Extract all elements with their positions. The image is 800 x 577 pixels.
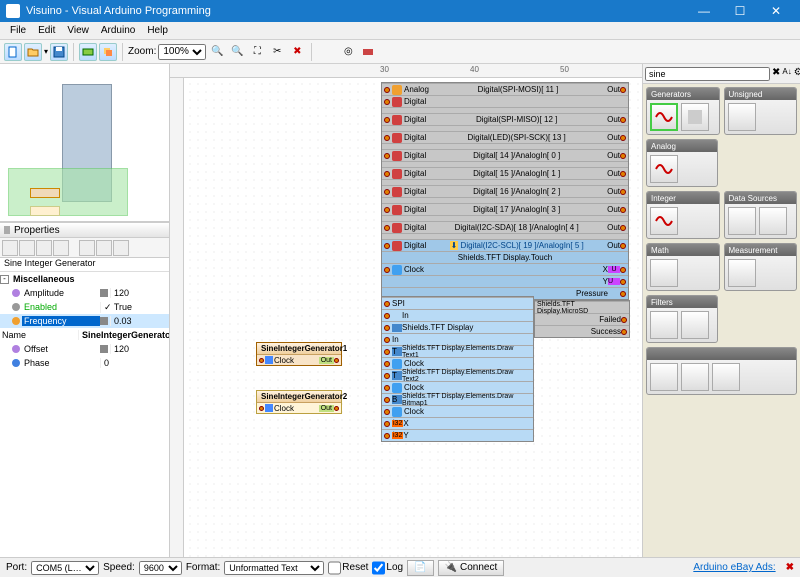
status-bar: Port: COM5 (L… Speed: 9600 Format: Unfor… xyxy=(0,557,800,577)
palette-item-x2[interactable] xyxy=(681,363,709,391)
format-select[interactable]: Unformatted Text xyxy=(224,561,324,575)
node-arduino-board[interactable]: AnalogDigital(SPI-MOSI)[ 11 ]Out Digital… xyxy=(381,82,629,300)
palette-search-input[interactable] xyxy=(645,67,770,81)
navigator-panel[interactable] xyxy=(0,64,169,222)
menu-bar: File Edit View Arduino Help xyxy=(0,22,800,40)
palette-group-unsigned: Unsigned xyxy=(724,87,798,135)
palette-item-x3[interactable] xyxy=(712,363,740,391)
ads-close-icon[interactable]: ✖ xyxy=(786,562,794,573)
ads-link[interactable]: Arduino eBay Ads: xyxy=(693,562,775,573)
connect-button[interactable]: 🔌 Connect xyxy=(438,560,505,576)
prop-tool-2[interactable] xyxy=(19,240,35,256)
speed-select[interactable]: 9600 xyxy=(139,561,182,575)
prop-tool-1[interactable] xyxy=(2,240,18,256)
port-select[interactable]: COM5 (L… xyxy=(31,561,99,575)
ruler-horizontal: 30 40 50 xyxy=(170,64,642,78)
stack-button[interactable] xyxy=(99,43,117,61)
palette-item-filt-2[interactable] xyxy=(681,311,709,339)
palette-item-integer-1[interactable] xyxy=(650,207,678,235)
left-panel: Properties Sine Integer Generator -Misce… xyxy=(0,64,170,557)
properties-header: Properties xyxy=(0,222,169,238)
logfile-button[interactable]: 📄 xyxy=(407,560,433,576)
palette-group-extra xyxy=(646,347,797,395)
palette-group-generators: Generators xyxy=(646,87,720,135)
palette-item-math-1[interactable] xyxy=(650,259,678,287)
speed-label: Speed: xyxy=(103,562,135,573)
main-toolbar: ▾ Zoom: 100% 🔍 🔍 ⛶ ✂ ✖ ◎ xyxy=(0,40,800,64)
board-button[interactable] xyxy=(79,43,97,61)
reset-checkbox[interactable]: Reset xyxy=(328,561,368,575)
upload-button[interactable] xyxy=(359,43,377,61)
log-checkbox[interactable]: Log xyxy=(372,561,403,575)
node-tft-group[interactable]: SPI In Shields.TFT Display In TShields.T… xyxy=(381,296,534,442)
close-button[interactable]: ✕ xyxy=(758,0,794,22)
target-button[interactable]: ◎ xyxy=(339,43,357,61)
zoom-label: Zoom: xyxy=(128,46,156,57)
palette-item-analog-1[interactable] xyxy=(650,155,678,183)
prop-tool-6[interactable] xyxy=(96,240,112,256)
palette-item-ds-2[interactable] xyxy=(759,207,787,235)
open-button[interactable] xyxy=(24,43,42,61)
component-palette: ✖ A↓ ⚙ ▾ Generators Unsigned xyxy=(642,64,800,557)
menu-arduino[interactable]: Arduino xyxy=(95,25,141,36)
app-icon xyxy=(6,4,20,18)
palette-group-analog: Analog xyxy=(646,139,718,187)
zoom-in-button[interactable]: 🔍 xyxy=(208,43,226,61)
property-object-title: Sine Integer Generator xyxy=(0,258,169,272)
port-label: Port: xyxy=(6,562,27,573)
prop-tool-5[interactable] xyxy=(79,240,95,256)
palette-item-ds-1[interactable] xyxy=(728,207,756,235)
palette-group-integer: Integer xyxy=(646,191,720,239)
palette-group-measurement: Measurement xyxy=(724,243,798,291)
minimize-button[interactable]: — xyxy=(686,0,722,22)
properties-tree[interactable]: -Miscellaneous Amplitude120 Enabled✓ Tru… xyxy=(0,272,169,557)
window-title: Visuino - Visual Arduino Programming xyxy=(26,5,211,17)
palette-item-filt-1[interactable] xyxy=(650,311,678,339)
delete-button[interactable]: ✖ xyxy=(288,43,306,61)
prop-tool-3[interactable] xyxy=(36,240,52,256)
properties-toolbar xyxy=(0,238,169,258)
palette-item-gen-2[interactable] xyxy=(681,103,709,131)
node-microsd[interactable]: Shields.TFT Display.MicroSD Failed Succe… xyxy=(534,300,630,338)
zoom-fit-button[interactable]: ⛶ xyxy=(248,43,266,61)
filter-icon[interactable]: ⚙ xyxy=(794,67,800,81)
node-sine-generator-2[interactable]: SineIntegerGenerator2 ClockOut xyxy=(256,390,342,414)
design-canvas[interactable]: 30 40 50 SineIntegerGenerator1 ClockOut … xyxy=(170,64,642,557)
palette-group-datasources: Data Sources xyxy=(724,191,798,239)
palette-group-math: Math xyxy=(646,243,720,291)
node-sine-generator-1[interactable]: SineIntegerGenerator1 ClockOut xyxy=(256,342,342,366)
palette-item-sine-integer[interactable] xyxy=(650,103,678,131)
zoom-select[interactable]: 100% xyxy=(158,44,206,60)
menu-help[interactable]: Help xyxy=(141,25,174,36)
zoom-out-button[interactable]: 🔍 xyxy=(228,43,246,61)
palette-item-meas-1[interactable] xyxy=(728,259,756,287)
new-button[interactable] xyxy=(4,43,22,61)
palette-item-x1[interactable] xyxy=(650,363,678,391)
prop-tool-4[interactable] xyxy=(53,240,69,256)
palette-search-bar: ✖ A↓ ⚙ ▾ xyxy=(643,64,800,84)
menu-file[interactable]: File xyxy=(4,25,32,36)
palette-item-unsigned-1[interactable] xyxy=(728,103,756,131)
palette-group-filters: Filters xyxy=(646,295,718,343)
search-clear-icon[interactable]: ✖ xyxy=(772,67,780,81)
window-titlebar: Visuino - Visual Arduino Programming — ☐… xyxy=(0,0,800,22)
menu-view[interactable]: View xyxy=(61,25,95,36)
cut-button[interactable]: ✂ xyxy=(268,43,286,61)
maximize-button[interactable]: ☐ xyxy=(722,0,758,22)
prop-tool-7[interactable] xyxy=(113,240,129,256)
format-label: Format: xyxy=(186,562,220,573)
ruler-vertical xyxy=(170,78,184,557)
menu-edit[interactable]: Edit xyxy=(32,25,61,36)
sort-az-icon[interactable]: A↓ xyxy=(782,67,791,81)
save-button[interactable] xyxy=(50,43,68,61)
